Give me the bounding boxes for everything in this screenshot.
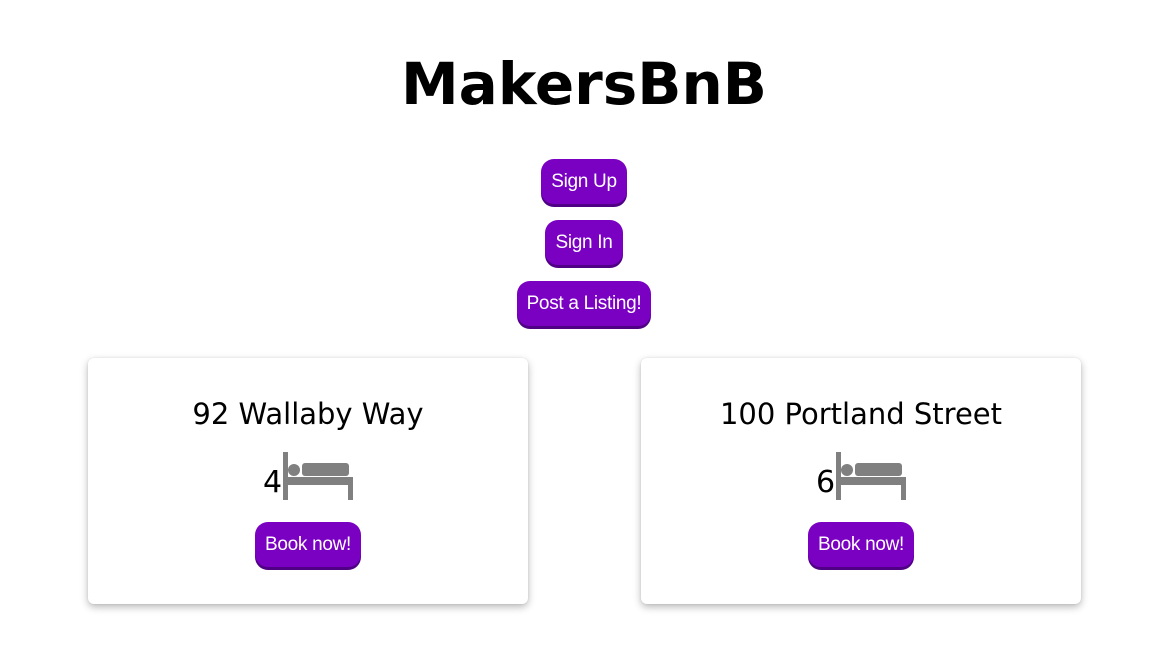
bed-icon bbox=[836, 452, 907, 500]
bed-icon bbox=[283, 452, 354, 500]
book-now-button[interactable]: Book now! bbox=[807, 522, 915, 567]
auth-nav: Sign Up Sign In Post a Listing! bbox=[0, 159, 1168, 326]
listing-address: 100 Portland Street bbox=[719, 397, 1002, 431]
page-title: MakersBnB bbox=[400, 50, 768, 118]
bed-count: 4 bbox=[262, 465, 283, 500]
listing-card: 100 Portland Street 6 Book now! bbox=[641, 358, 1081, 604]
listing-beds: 6 bbox=[641, 452, 1081, 500]
sign-up-button[interactable]: Sign Up bbox=[541, 159, 627, 204]
listing-card: 92 Wallaby Way 4 Book now! bbox=[88, 358, 528, 604]
book-now-button[interactable]: Book now! bbox=[254, 522, 362, 567]
listing-beds: 4 bbox=[88, 452, 528, 500]
listing-address: 92 Wallaby Way bbox=[192, 397, 424, 431]
post-listing-button[interactable]: Post a Listing! bbox=[516, 281, 652, 326]
bed-count: 6 bbox=[815, 465, 836, 500]
sign-in-button[interactable]: Sign In bbox=[545, 220, 623, 265]
